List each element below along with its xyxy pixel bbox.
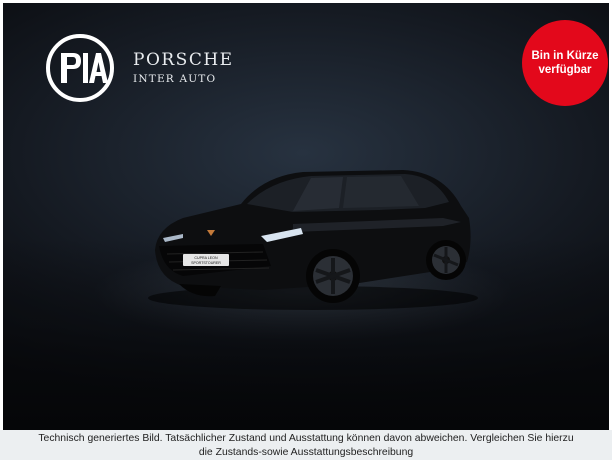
disclaimer-line-2: die Zustands-sowie Ausstattungsbeschreib…	[198, 447, 414, 458]
plate-line-2: SPORTSTOURER	[191, 261, 221, 265]
brand-subtitle: INTER AUTO	[133, 73, 217, 85]
vehicle-photo: PORSCHE INTER AUTO Bin in Kürze verfügba…	[3, 3, 609, 430]
availability-badge: Bin in Kürze verfügbar	[522, 20, 608, 106]
dealer-logo: PORSCHE INTER AUTO	[45, 33, 234, 103]
black-station-wagon-image: CUPRA LEON SPORTSTOURER	[148, 170, 478, 310]
pia-circle-logo-icon	[46, 34, 114, 102]
disclaimer-line-1: Technisch generiertes Bild. Tatsächliche…	[38, 433, 574, 444]
brand-title: PORSCHE	[133, 50, 234, 70]
plate-line-1: CUPRA LEON	[194, 256, 218, 260]
disclaimer-bar: Technisch generiertes Bild. Tatsächliche…	[0, 430, 612, 460]
front-wheel	[306, 249, 360, 303]
rear-wheel	[426, 240, 466, 280]
